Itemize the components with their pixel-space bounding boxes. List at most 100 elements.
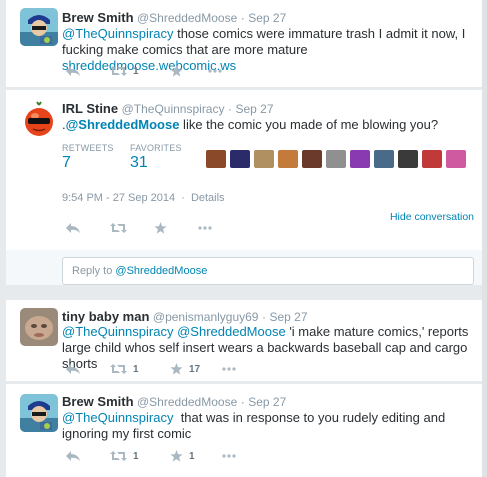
reply-icon — [66, 66, 80, 76]
full-timestamp: 9:54 PM - 27 Sep 2014 — [62, 192, 176, 204]
details-link[interactable]: Details — [191, 192, 225, 204]
avatar[interactable] — [20, 308, 58, 346]
separator: · — [240, 11, 245, 25]
tweet-header: tiny baby man @penismanlyguy69 · Sep 27 — [62, 309, 308, 324]
favorite-button[interactable] — [154, 222, 198, 234]
favorite-icon — [170, 65, 183, 77]
favorite-button[interactable]: 17 — [170, 363, 222, 375]
tweet-expanded[interactable]: IRL Stine @TheQuinnspiracy · Sep 27 .@Sh… — [6, 90, 482, 285]
favoriter-avatar[interactable] — [278, 150, 298, 168]
separator: · — [261, 310, 266, 324]
retweets-count: 7 — [62, 154, 71, 171]
favoriter-avatar[interactable] — [302, 150, 322, 168]
favoriter-avatar[interactable] — [374, 150, 394, 168]
retweets-label: RETWEETS — [62, 143, 114, 153]
mention-link[interactable]: @TheQuinnspiracy — [62, 410, 173, 425]
timestamp[interactable]: Sep 27 — [248, 395, 286, 409]
retweet-count: 1 — [133, 65, 139, 77]
favorite-button[interactable] — [170, 65, 208, 77]
favoriter-avatar[interactable] — [422, 150, 442, 168]
hide-conversation-link[interactable]: Hide conversation — [390, 211, 474, 223]
reply-input[interactable]: Reply to @ShreddedMoose — [62, 257, 474, 285]
more-button[interactable] — [222, 367, 236, 371]
favorite-icon — [170, 450, 183, 462]
retweet-icon — [110, 223, 127, 233]
favoriters-avatars — [206, 150, 466, 168]
favorite-button[interactable]: 1 — [170, 450, 222, 462]
favorites-count: 31 — [130, 154, 148, 171]
mention-link[interactable]: @TheQuinnspiracy — [62, 26, 173, 41]
favoriter-avatar[interactable] — [206, 150, 226, 168]
reply-button[interactable] — [66, 450, 110, 462]
avatar[interactable] — [20, 394, 58, 432]
more-icon — [198, 226, 212, 230]
favorites-stat[interactable]: FAVORITES 31 — [130, 143, 182, 172]
display-name[interactable]: Brew Smith — [62, 394, 134, 409]
favoriter-avatar[interactable] — [398, 150, 418, 168]
tweet-header: Brew Smith @ShreddedMoose · Sep 27 — [62, 10, 286, 25]
timestamp[interactable]: Sep 27 — [269, 310, 307, 324]
avatar[interactable] — [20, 100, 58, 138]
retweet-button[interactable]: 1 — [110, 65, 170, 77]
tweet-header: Brew Smith @ShreddedMoose · Sep 27 — [62, 394, 286, 409]
retweet-button[interactable]: 1 — [110, 450, 170, 462]
reply-prefix: Reply to — [72, 265, 116, 277]
tweet-text: .@ShreddedMoose like the comic you made … — [62, 117, 472, 133]
mention-link[interactable]: @TheQuinnspiracy — [62, 324, 173, 339]
reply-icon — [66, 451, 80, 461]
favoriter-avatar[interactable] — [446, 150, 466, 168]
separator: · — [181, 192, 185, 204]
favoriter-avatar[interactable] — [326, 150, 346, 168]
avatar[interactable] — [20, 8, 58, 46]
reply-button[interactable] — [66, 363, 110, 375]
more-icon — [222, 454, 236, 458]
display-name[interactable]: tiny baby man — [62, 309, 149, 324]
display-name[interactable]: Brew Smith — [62, 10, 134, 25]
mention-link[interactable]: @ShreddedMoose — [177, 324, 286, 339]
reply-icon — [66, 364, 80, 374]
retweet-icon — [110, 66, 127, 76]
favoriter-avatar[interactable] — [254, 150, 274, 168]
tweet-body: like the comic you made of me blowing yo… — [179, 117, 439, 132]
username[interactable]: @TheQuinnspiracy — [122, 102, 225, 116]
tweet-header: IRL Stine @TheQuinnspiracy · Sep 27 — [62, 101, 274, 116]
reply-button[interactable] — [66, 222, 110, 234]
favoriter-avatar[interactable] — [350, 150, 370, 168]
reply-area: Reply to @ShreddedMoose — [6, 250, 482, 285]
tweet[interactable]: tiny baby man @penismanlyguy69 · Sep 27 … — [6, 300, 482, 381]
favorites-label: FAVORITES — [130, 143, 182, 153]
tweet[interactable]: Brew Smith @ShreddedMoose · Sep 27 @TheQ… — [6, 384, 482, 477]
retweet-button[interactable] — [110, 222, 154, 234]
mention-link[interactable]: @ShreddedMoose — [66, 117, 180, 132]
retweet-button[interactable]: 1 — [110, 363, 170, 375]
favorite-icon — [154, 222, 167, 234]
username[interactable]: @penismanlyguy69 — [153, 310, 259, 324]
retweet-icon — [110, 364, 127, 374]
username[interactable]: @ShreddedMoose — [137, 11, 237, 25]
tweet[interactable]: Brew Smith @ShreddedMoose · Sep 27 @TheQ… — [6, 0, 482, 87]
reply-button[interactable] — [66, 65, 110, 77]
more-button[interactable] — [222, 454, 236, 458]
tweet-actions: 1 — [66, 63, 222, 79]
retweet-icon — [110, 451, 127, 461]
display-name[interactable]: IRL Stine — [62, 101, 118, 116]
favoriter-avatar[interactable] — [230, 150, 250, 168]
tweet-actions: 1 17 — [66, 361, 236, 377]
reply-icon — [66, 223, 80, 233]
username[interactable]: @ShreddedMoose — [137, 395, 237, 409]
separator: · — [240, 395, 245, 409]
favorite-count: 17 — [189, 363, 201, 375]
retweets-stat[interactable]: RETWEETS 7 — [62, 143, 114, 172]
more-icon — [208, 69, 222, 73]
tweet-meta: 9:54 PM - 27 Sep 2014 · Details — [62, 192, 225, 204]
more-button[interactable] — [198, 226, 212, 230]
tweet-actions: 1 1 — [66, 448, 236, 464]
timestamp[interactable]: Sep 27 — [248, 11, 286, 25]
favorite-count: 1 — [189, 450, 195, 462]
separator: · — [227, 102, 232, 116]
tweet-text: @TheQuinnspiracy that was in response to… — [62, 410, 472, 442]
more-button[interactable] — [208, 69, 222, 73]
timestamp[interactable]: Sep 27 — [235, 102, 273, 116]
retweet-count: 1 — [133, 363, 139, 375]
scrollbar-edge — [482, 0, 487, 477]
